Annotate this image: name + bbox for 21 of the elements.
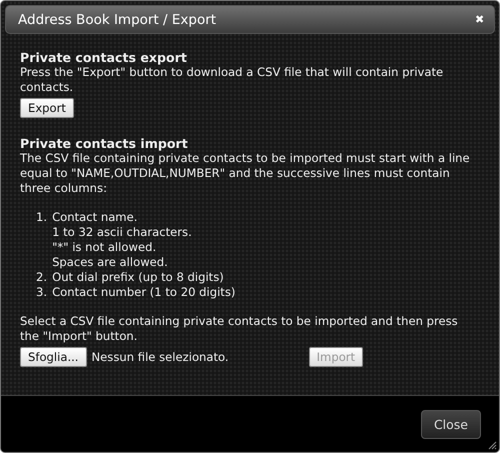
list-item-detail: 1 to 32 ascii characters. (52, 225, 192, 240)
list-number: 3. (36, 285, 48, 300)
window-title: Address Book Import / Export (18, 12, 216, 28)
section-heading: Private contacts import (20, 136, 189, 151)
import-instruction: Select a CSV file containing private contacts to be imported and then press the "Import" button. (20, 314, 459, 344)
list-item-text: Out dial prefix (up to 8 digits) (52, 270, 224, 285)
list-item-detail: "*" is not allowed. (52, 240, 158, 255)
export-button[interactable]: Export (20, 98, 74, 118)
list-item-detail: Spaces are allowed. (52, 255, 169, 270)
list-item-text: Contact number (1 to 20 digits) (52, 285, 236, 300)
import-description: The CSV file containing private contacts to be imported must start with a line equal to "NAME,OUTDIAL,NUMBER" and the successive lines must contain three columns: (20, 151, 471, 196)
export-description: Press the "Export" button to download a CSV file that will contain private contacts. (20, 65, 444, 95)
resize-grip-icon[interactable] (488, 441, 497, 450)
browse-button[interactable]: Sfoglia... (20, 347, 86, 367)
list-number: 2. (36, 270, 48, 285)
section-heading: Private contacts export (20, 50, 187, 65)
list-number: 1. (36, 210, 48, 226)
close-button[interactable]: ✖ (475, 13, 484, 26)
close-button[interactable]: Close (420, 410, 481, 438)
list-item-text: Contact name. (52, 210, 138, 225)
file-status: Nessun file selezionato. (92, 350, 229, 364)
